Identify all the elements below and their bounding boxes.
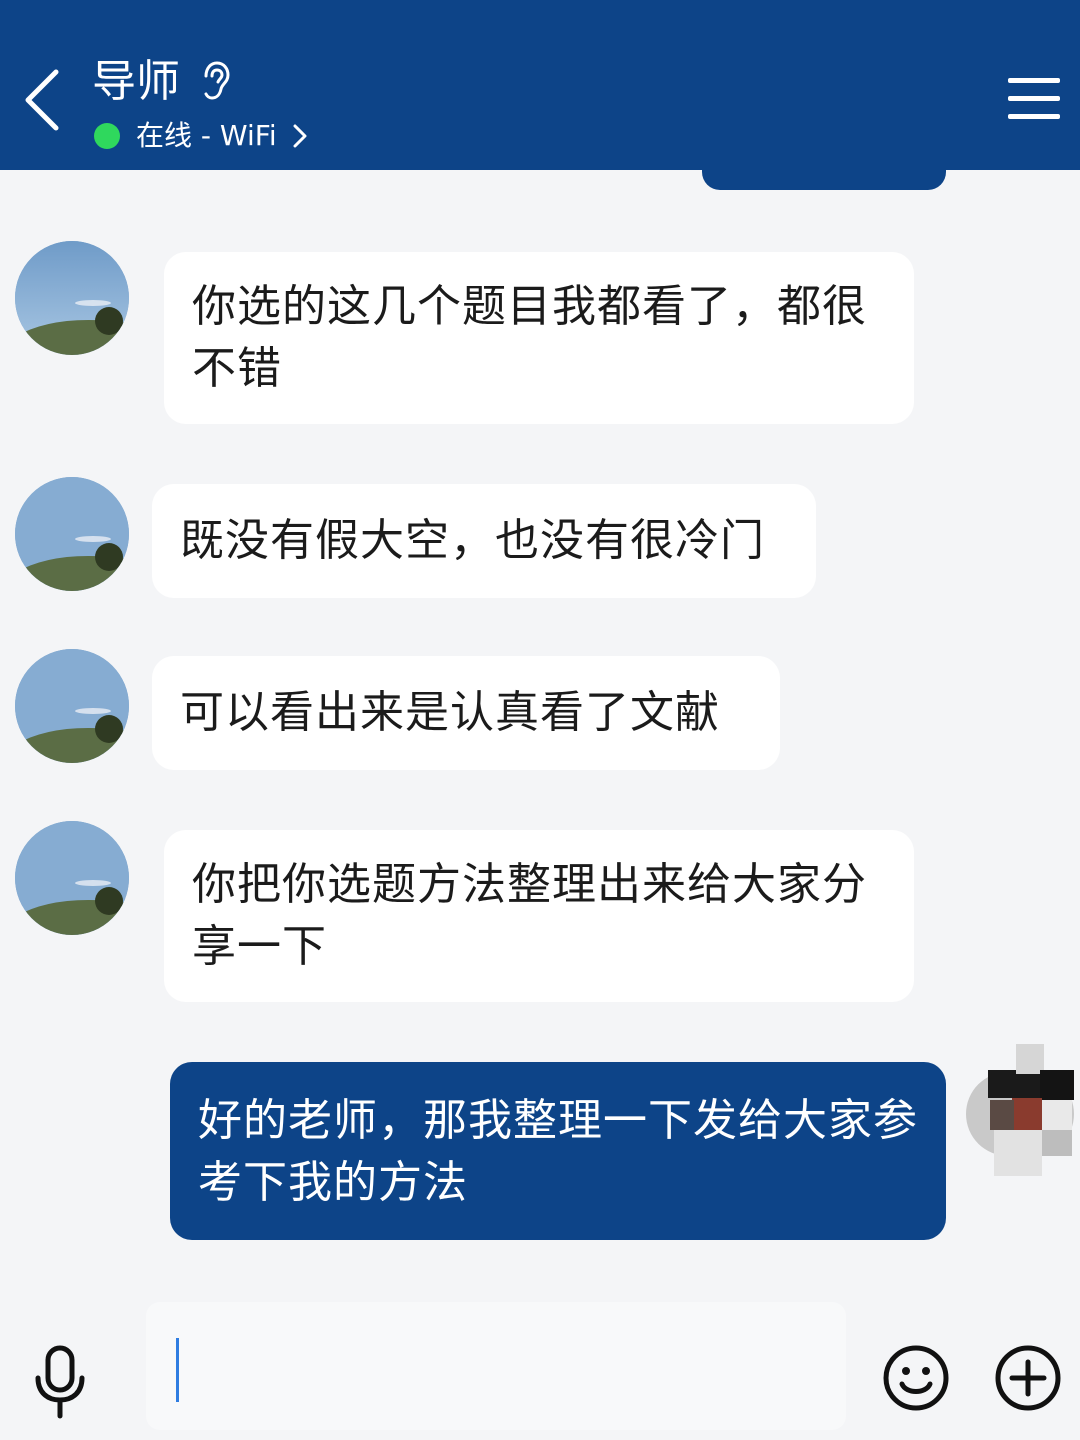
- online-status[interactable]: 在线 - WiFi: [94, 114, 311, 158]
- message-bubble[interactable]: 你把你选题方法整理出来给大家分享一下: [164, 830, 914, 1002]
- contact-avatar[interactable]: [15, 241, 129, 355]
- message-bubble[interactable]: 可以看出来是认真看了文献: [152, 656, 780, 770]
- contact-avatar[interactable]: [15, 821, 129, 935]
- chevron-right-icon: [293, 124, 307, 148]
- self-avatar[interactable]: [966, 1042, 1074, 1178]
- chevron-left-icon: [25, 69, 59, 131]
- message-bubble[interactable]: 既没有假大空，也没有很冷门: [152, 484, 816, 598]
- menu-button[interactable]: [1006, 74, 1062, 124]
- chat-screen: 导师 在线 - WiFi 你选的这几个题目我都看了，都很不错 既没有假大空，也没…: [0, 0, 1080, 1440]
- chat-title: 导师: [92, 56, 180, 107]
- hamburger-menu-icon: [1008, 78, 1060, 119]
- text-cursor: [176, 1338, 179, 1402]
- contact-avatar[interactable]: [15, 649, 129, 763]
- back-button[interactable]: [18, 66, 66, 134]
- ear-icon[interactable]: [198, 60, 234, 102]
- plus-circle-icon: [995, 1345, 1061, 1411]
- emoji-button[interactable]: [882, 1344, 950, 1412]
- message-bubble[interactable]: 你选的这几个题目我都看了，都很不错: [164, 252, 914, 424]
- outgoing-message-bubble[interactable]: 好的老师，那我整理一下发给大家参考下我的方法: [170, 1062, 946, 1240]
- microphone-icon: [35, 1345, 85, 1419]
- contact-avatar[interactable]: [15, 477, 129, 591]
- voice-button[interactable]: [30, 1344, 90, 1420]
- more-button[interactable]: [994, 1344, 1062, 1412]
- header-tab-decoration: [702, 160, 946, 190]
- status-text: 在线 - WiFi: [136, 119, 277, 152]
- online-dot: [94, 123, 120, 149]
- message-input[interactable]: [146, 1302, 846, 1430]
- smiley-icon: [883, 1345, 949, 1411]
